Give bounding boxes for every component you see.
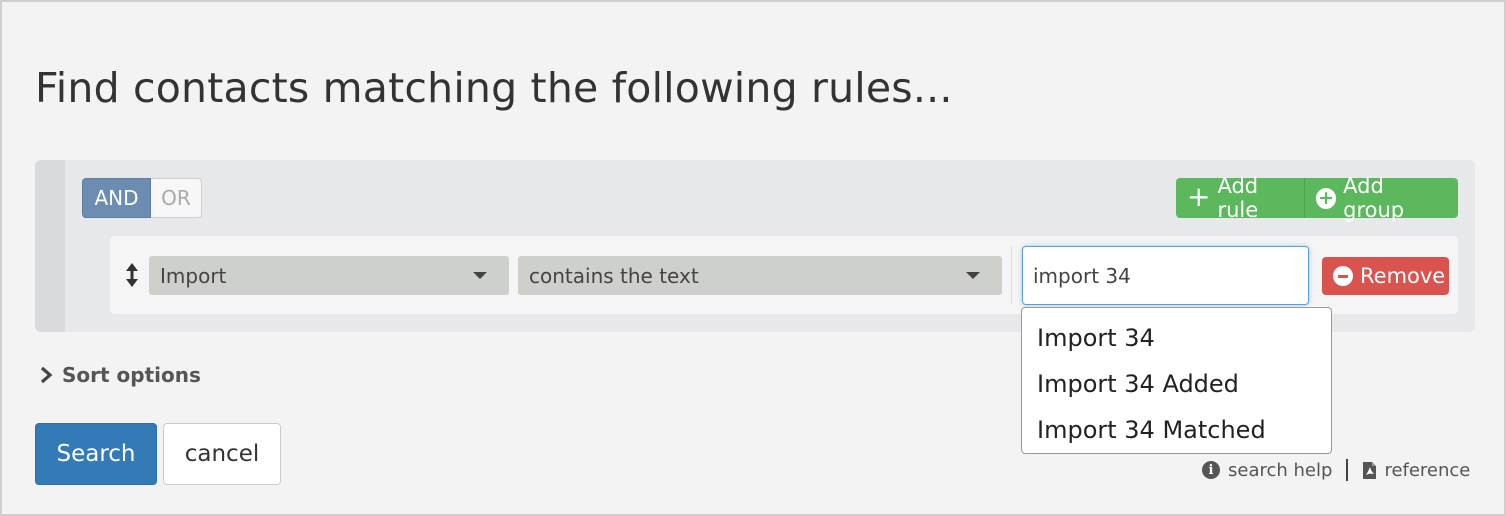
add-rule-button[interactable]: + Add rule (1176, 174, 1305, 222)
rule-row: Import contains the text Remove (110, 236, 1458, 314)
search-help-link[interactable]: search help (1228, 460, 1332, 481)
search-page: Find contacts matching the following rul… (0, 0, 1506, 516)
field-select-value: Import (160, 263, 227, 288)
separator (1346, 459, 1349, 481)
plus-icon: + (1187, 179, 1211, 213)
sort-options-toggle[interactable]: Sort options (39, 363, 201, 387)
chevron-down-icon (473, 272, 487, 279)
remove-rule-button[interactable]: Remove (1322, 257, 1449, 295)
remove-label: Remove (1360, 264, 1446, 288)
plus-circle-icon: + (1316, 187, 1337, 209)
rule-value-input[interactable] (1022, 246, 1309, 305)
field-select[interactable]: Import (149, 256, 509, 295)
chevron-right-icon (40, 366, 53, 384)
minus-circle-icon (1333, 266, 1353, 286)
add-rule-label: Add rule (1217, 174, 1259, 222)
help-links: i search help reference (1202, 459, 1470, 481)
drag-handle-icon[interactable] (123, 262, 141, 288)
group-indicator-bar (35, 160, 65, 332)
info-icon: i (1202, 461, 1220, 479)
autocomplete-option[interactable]: Import 34 (1022, 315, 1331, 361)
and-button[interactable]: AND (82, 178, 151, 218)
divider (1011, 246, 1012, 304)
reference-link[interactable]: reference (1384, 460, 1470, 481)
autocomplete-option[interactable]: Import 34 Added (1022, 361, 1331, 407)
sort-options-label: Sort options (62, 363, 201, 387)
logic-toggle: AND OR (82, 178, 202, 218)
chevron-down-icon (966, 272, 980, 279)
operator-select[interactable]: contains the text (518, 256, 1002, 295)
add-group-label: Add group (1343, 174, 1405, 222)
autocomplete-dropdown: Import 34 Import 34 Added Import 34 Matc… (1021, 307, 1332, 454)
operator-select-value: contains the text (529, 263, 699, 288)
cancel-button[interactable]: cancel (163, 423, 281, 485)
autocomplete-option[interactable]: Import 34 Matched (1022, 407, 1331, 453)
page-title: Find contacts matching the following rul… (35, 64, 953, 112)
add-group-button[interactable]: + Add group (1305, 174, 1458, 222)
or-button[interactable]: OR (151, 178, 202, 218)
pdf-file-icon (1363, 461, 1377, 479)
search-button[interactable]: Search (35, 423, 157, 485)
add-buttons: + Add rule + Add group (1176, 174, 1458, 222)
